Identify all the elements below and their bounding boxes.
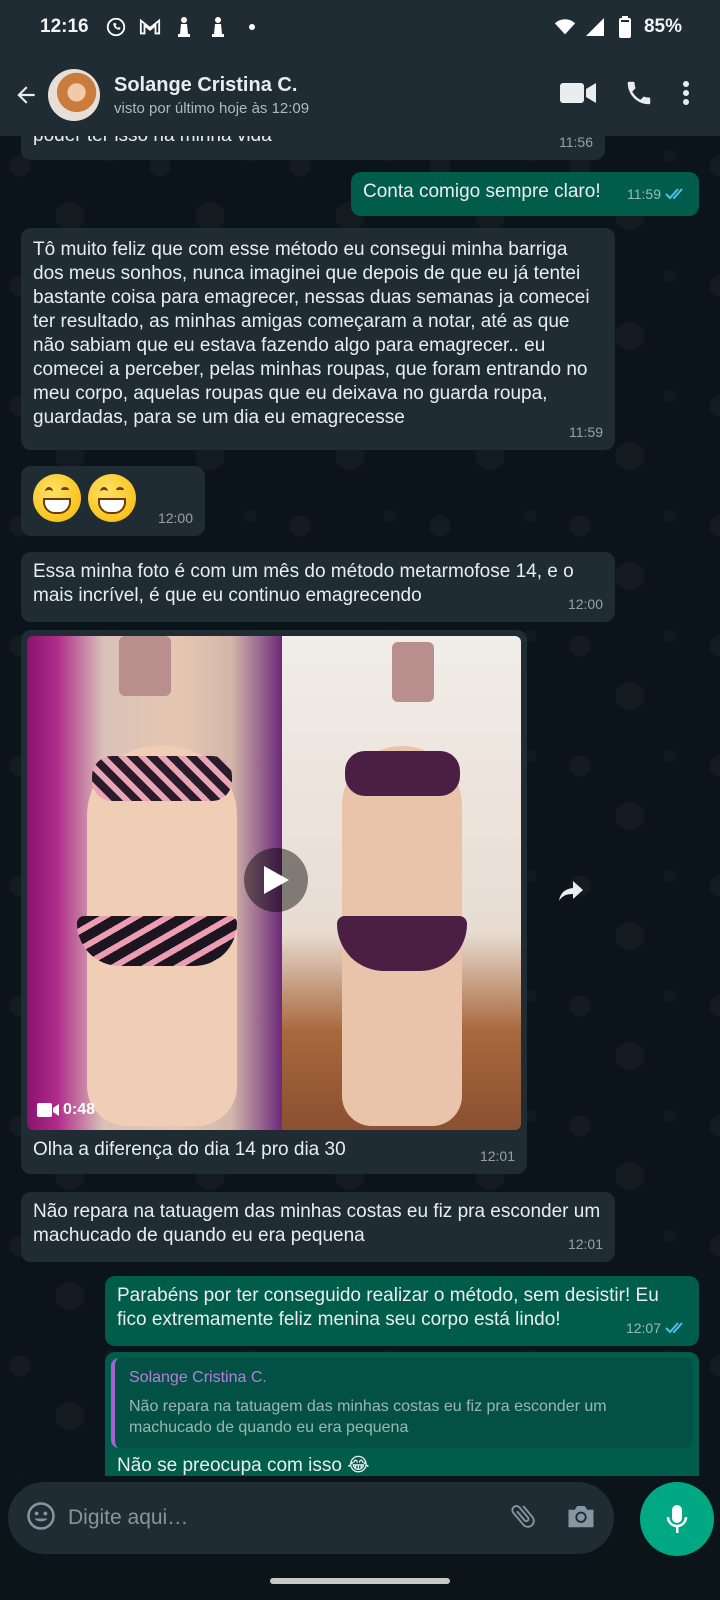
message-meta: 11:59	[627, 182, 687, 206]
message-text: Essa minha foto é com um mês do método m…	[33, 561, 574, 606]
video-duration: 0:48	[37, 1098, 95, 1122]
message-outgoing-reply[interactable]: Solange Cristina C. Não repara na tatuag…	[105, 1352, 699, 1476]
video-thumbnail[interactable]: 0:48	[27, 636, 521, 1130]
header-actions	[560, 78, 690, 113]
forward-icon	[559, 881, 583, 901]
input-actions	[508, 1501, 596, 1536]
voice-call-button[interactable]	[624, 78, 654, 113]
message-meta: 12:07	[626, 1316, 687, 1340]
whatsapp-icon	[105, 16, 127, 38]
grinning-face-emoji-icon	[88, 474, 137, 522]
grinning-face-emoji-icon	[33, 474, 81, 522]
play-button[interactable]	[244, 848, 308, 912]
message-time: 12:00	[157, 510, 193, 526]
wifi-icon	[554, 16, 576, 38]
message-outgoing[interactable]: Conta comigo sempre claro! 11:59	[351, 172, 699, 216]
message-meta: 12:00	[568, 592, 603, 616]
message-meta: 12:00	[158, 506, 193, 530]
message-time: 12:01	[567, 1236, 603, 1252]
message-outgoing[interactable]: Parabéns por ter conseguido realizar o m…	[105, 1276, 699, 1346]
message-input[interactable]: Digite aqui…	[68, 1506, 188, 1530]
forward-button[interactable]	[546, 866, 596, 916]
duration-text: 0:48	[63, 1101, 96, 1118]
emoji-button[interactable]	[26, 1501, 56, 1536]
mic-icon	[666, 1505, 688, 1533]
message-text: Não se preocupa com isso 😂	[117, 1455, 370, 1476]
quote-text: Não repara na tatuagem das minhas costas…	[129, 1398, 607, 1436]
chess-icon	[173, 16, 195, 38]
more-options-button[interactable]	[682, 80, 690, 111]
camera-button[interactable]	[566, 1502, 596, 1535]
camera-icon	[568, 1505, 594, 1527]
gmail-icon	[139, 16, 161, 38]
video-call-button[interactable]	[560, 81, 596, 110]
contact-info[interactable]: Solange Cristina C. visto por último hoj…	[114, 74, 309, 117]
message-incoming[interactable]: Não repara na tatuagem das minhas costas…	[21, 1192, 615, 1262]
attach-button[interactable]	[508, 1501, 538, 1536]
dot-icon	[241, 16, 263, 38]
message-incoming[interactable]: Tô muito feliz que com esse método eu co…	[21, 228, 615, 450]
message-meta: 11:56	[559, 136, 593, 154]
attach-icon	[511, 1504, 535, 1528]
message-incoming[interactable]: poder ter isso na minha vida 11:56	[21, 136, 605, 160]
signal-icon	[584, 16, 606, 38]
chat-area[interactable]: poder ter isso na minha vida 11:56 Conta…	[0, 136, 720, 1476]
gesture-navigation-handle[interactable]	[270, 1578, 450, 1584]
message-time: 11:56	[559, 136, 593, 150]
message-time: 12:00	[567, 596, 603, 612]
battery-percent: 85%	[643, 16, 682, 37]
battery-icon	[614, 16, 636, 38]
avatar[interactable]	[48, 69, 100, 121]
back-arrow-icon	[17, 86, 35, 104]
message-text: Tô muito feliz que com esse método eu co…	[33, 239, 590, 428]
chess-icon	[207, 16, 229, 38]
system-icons: 85%	[554, 16, 682, 38]
quote-author: Solange Cristina C.	[129, 1369, 267, 1386]
status-time: 12:16	[40, 16, 89, 37]
read-ticks-icon	[665, 1322, 683, 1334]
message-time: 11:59	[569, 424, 603, 440]
chat-header: Solange Cristina C. visto por último hoj…	[0, 54, 720, 136]
message-time: 12:07	[625, 1320, 661, 1336]
more-vert-icon	[683, 80, 689, 105]
message-incoming-emoji[interactable]: 😁😁 12:00	[21, 466, 205, 536]
message-text: poder ter isso na minha vida	[33, 136, 272, 146]
phone-icon	[627, 81, 651, 104]
message-input-bar: Digite aqui…	[8, 1482, 614, 1554]
back-button[interactable]	[6, 65, 46, 125]
status-bar: 12:16 85%	[0, 0, 720, 54]
voice-message-button[interactable]	[640, 1482, 714, 1556]
notification-icons	[105, 16, 263, 38]
message-incoming-video[interactable]: 0:48 Olha a diferença do dia 14 pro dia …	[21, 630, 527, 1174]
contact-name: Solange Cristina C.	[114, 73, 298, 96]
video-camera-icon	[37, 1103, 59, 1117]
message-text: Não repara na tatuagem das minhas costas…	[33, 1201, 601, 1246]
play-icon	[264, 866, 289, 894]
message-meta: 12:01	[568, 1232, 603, 1256]
emoji-icon	[27, 1501, 55, 1530]
message-meta: 12:01	[480, 1144, 515, 1168]
message-text: Parabéns por ter conseguido realizar o m…	[117, 1285, 659, 1330]
quoted-message[interactable]: Solange Cristina C. Não repara na tatuag…	[111, 1358, 693, 1448]
video-caption: Olha a diferença do dia 14 pro dia 30	[33, 1139, 346, 1160]
message-text: Conta comigo sempre claro!	[363, 181, 601, 202]
last-seen: visto por último hoje às 12:09	[114, 99, 310, 117]
message-meta: 11:59	[569, 420, 603, 444]
message-incoming[interactable]: Essa minha foto é com um mês do método m…	[21, 552, 615, 622]
message-time: 11:59	[627, 186, 661, 202]
read-ticks-icon	[665, 188, 683, 200]
message-time: 12:01	[479, 1148, 515, 1164]
video-call-icon	[560, 82, 596, 103]
